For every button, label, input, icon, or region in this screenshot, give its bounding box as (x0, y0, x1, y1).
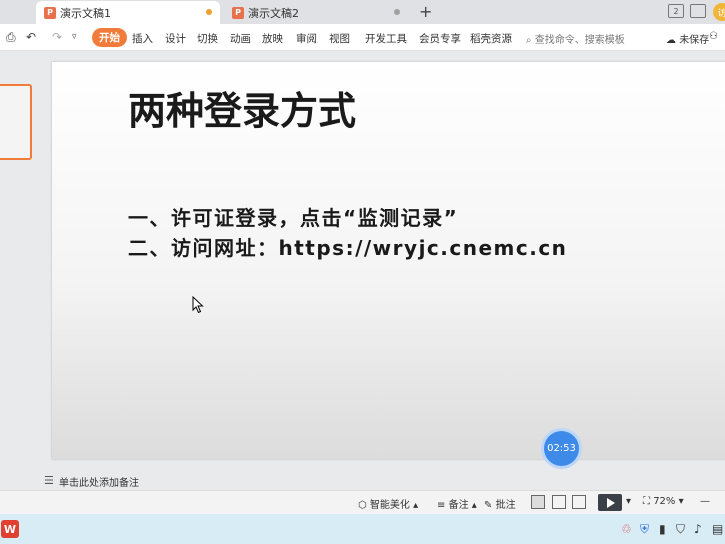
mouse-cursor-icon (192, 296, 204, 314)
redo-icon[interactable]: ↷ (52, 30, 62, 44)
comments-label: 批注 (495, 500, 516, 511)
caret-up-icon: ▴ (413, 500, 419, 511)
comment-icon: ✎ (484, 500, 493, 511)
menu-member[interactable]: 会员专享 (419, 31, 461, 46)
microphone-icon[interactable]: ▮ (659, 522, 666, 536)
status-bar: ⬡ 智能美化 ▴ ≡ 备注 ▴ ✎ 批注 ▾ ⛶ 72% ▾ — (0, 490, 725, 514)
window-layout-icon[interactable] (690, 4, 706, 18)
search-icon: ⌕ (526, 35, 532, 46)
slide-thumbnail-1[interactable] (0, 84, 32, 160)
tab-presentation-1[interactable]: P 演示文稿1 (36, 1, 220, 24)
avatar-letter: 访 (717, 8, 725, 19)
menu-docer[interactable]: 稻壳资源 (470, 31, 512, 46)
notes-button[interactable]: ≡ 备注 ▴ (437, 496, 477, 511)
save-status[interactable]: ☁ 未保存 (666, 31, 709, 46)
slide-title[interactable]: 两种登录方式 (128, 80, 356, 135)
preview-icon[interactable]: ⎙ (6, 30, 16, 45)
presentation-file-icon: P (44, 6, 56, 19)
network-icon[interactable]: ▤ (712, 522, 723, 536)
notes-icon: ≡ (437, 500, 446, 511)
page-count-button[interactable]: 2 (668, 4, 684, 18)
recording-timer-badge[interactable]: 02:53 (544, 431, 579, 466)
menu-developer[interactable]: 开发工具 (365, 31, 407, 46)
tab-label: 演示文稿2 (248, 6, 299, 20)
zoom-chevron-icon: ▾ (678, 496, 684, 507)
slide-sorter-view-icon[interactable] (552, 495, 566, 509)
presentation-file-icon: P (232, 6, 244, 19)
undo-icon[interactable]: ↶ (26, 30, 36, 44)
volume-icon[interactable]: ♪ (694, 522, 702, 536)
search-text: 查找命令、搜索模板 (534, 35, 625, 46)
zoom-control[interactable]: ⛶ 72% ▾ (643, 496, 684, 507)
tab-dot-icon (394, 9, 400, 15)
notes-placeholder[interactable]: 单击此处添加备注 (59, 474, 139, 489)
menu-insert[interactable]: 插入 (132, 31, 153, 46)
smart-beautify-label: 智能美化 (369, 500, 410, 511)
menu-start[interactable]: 开始 (92, 28, 127, 47)
slide-thumbnail-panel (0, 51, 40, 470)
cloud-icon: ☁ (666, 35, 676, 46)
tab-presentation-2[interactable]: P 演示文稿2 (224, 1, 408, 24)
tray-app-icon[interactable]: ♲ (621, 522, 632, 536)
tab-bar: P 演示文稿1 P 演示文稿2 + 2 访 (0, 0, 725, 24)
page-count-label: 2 (673, 6, 679, 16)
unsaved-dot-icon (206, 9, 212, 15)
taskbar: W ♲ ⛨ ▮ ⛉ ♪ ▤ (0, 514, 725, 544)
shield-icon[interactable]: ⛨ (640, 522, 649, 537)
menu-view[interactable]: 视图 (329, 31, 350, 46)
slide-text-line-2[interactable]: 二、访问网址：https://wryjc.cnemc.cn (128, 232, 567, 261)
smart-beautify-button[interactable]: ⬡ 智能美化 ▴ (358, 496, 418, 511)
customize-toolbar-icon[interactable]: ▿ (72, 32, 77, 42)
notes-label: 备注 (448, 500, 469, 511)
caret-up-icon: ▴ (471, 500, 477, 511)
slide-canvas[interactable]: 两种登录方式 一、许可证登录，点击“监测记录” 二、访问网址：https://w… (52, 62, 725, 459)
notes-bar[interactable]: ☰ 单击此处添加备注 (40, 470, 725, 490)
tab-label: 演示文稿1 (60, 6, 111, 20)
comments-button[interactable]: ✎ 批注 (484, 496, 516, 511)
slide-text-line-1[interactable]: 一、许可证登录，点击“监测记录” (128, 202, 458, 231)
command-search[interactable]: ⌕ 查找命令、搜索模板 (526, 31, 625, 46)
beautify-icon: ⬡ (358, 500, 367, 511)
timer-label: 02:53 (547, 443, 576, 454)
avatar[interactable]: 访 (713, 3, 725, 21)
play-options-chevron-icon[interactable]: ▾ (626, 496, 631, 507)
save-status-label: 未保存 (679, 35, 710, 46)
reading-view-icon[interactable] (572, 495, 586, 509)
fit-window-icon: ⛶ (643, 496, 650, 507)
menu-bar: ⎙ ↶ ↷ ▿ 开始 插入 设计 切换 动画 放映 审阅 视图 开发工具 会员专… (0, 24, 725, 51)
notes-lines-icon: ☰ (44, 474, 54, 487)
zoom-level: 72% (653, 496, 676, 507)
play-slideshow-button[interactable] (598, 494, 622, 511)
share-icon: ⚇ (709, 31, 718, 42)
menu-design[interactable]: 设计 (165, 31, 186, 46)
normal-view-icon[interactable] (531, 495, 545, 509)
new-tab-plus-icon[interactable]: + (419, 2, 432, 21)
menu-transition[interactable]: 切换 (197, 31, 218, 46)
share-button[interactable]: ⚇ (709, 31, 718, 42)
menu-animation[interactable]: 动画 (230, 31, 251, 46)
zoom-out-icon[interactable]: — (700, 496, 710, 507)
wps-logo-icon[interactable]: W (1, 520, 19, 538)
menu-slideshow[interactable]: 放映 (262, 31, 283, 46)
security-shield-icon[interactable]: ⛉ (676, 522, 685, 537)
menu-review[interactable]: 审阅 (296, 31, 317, 46)
